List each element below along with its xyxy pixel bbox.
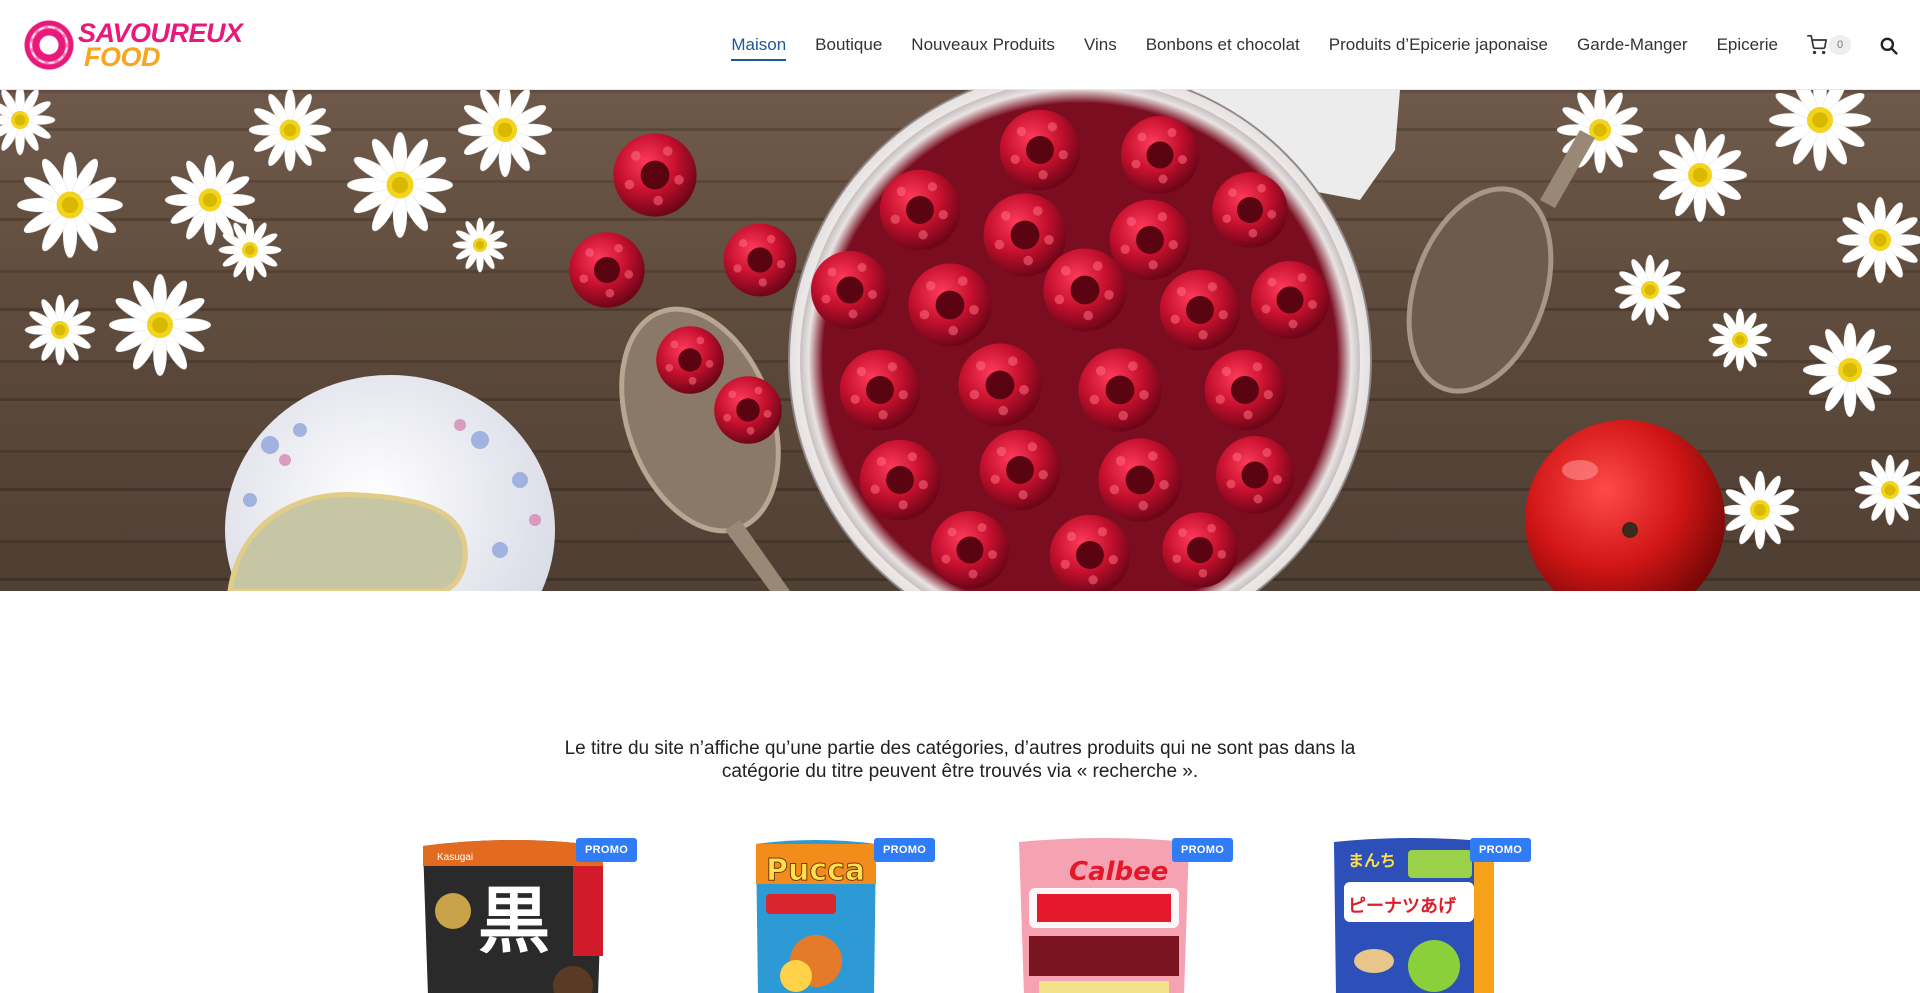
hero-raspberries-image	[0, 90, 1920, 591]
promo-badge: PROMO	[1172, 838, 1234, 862]
logo-line-2: FOOD	[84, 41, 160, 72]
product-pack-title: 黒	[478, 879, 550, 963]
cart-button[interactable]: 0	[1807, 35, 1851, 55]
product-pack-title: Pucca	[766, 853, 865, 888]
intro-notice: Le titre du site n’affiche qu’une partie…	[564, 738, 1356, 782]
promo-badge: PROMO	[874, 838, 936, 862]
cart-count-badge: 0	[1829, 35, 1851, 55]
search-button[interactable]	[1879, 36, 1898, 55]
search-icon	[1880, 37, 1898, 55]
nav-item-nouveaux-produits[interactable]: Nouveaux Produits	[911, 29, 1055, 61]
product-pack-brand: まんち	[1348, 851, 1396, 870]
nav-item-boutique[interactable]: Boutique	[815, 29, 882, 61]
site-header: SAVOUREUX FOOD Maison Boutique Nouveaux …	[0, 0, 1920, 90]
nav-item-bonbons-chocolat[interactable]: Bonbons et chocolat	[1146, 29, 1300, 61]
shopping-cart-icon	[1807, 35, 1827, 55]
product-pack-title: Calbee	[1069, 857, 1168, 887]
nav-item-vins[interactable]: Vins	[1084, 29, 1117, 61]
nav-item-epicerie-japonaise[interactable]: Produits d’Epicerie japonaise	[1329, 29, 1548, 61]
site-logo[interactable]: SAVOUREUX FOOD	[24, 16, 254, 74]
nav-item-garde-manger[interactable]: Garde-Manger	[1577, 29, 1688, 61]
promo-badge: PROMO	[1470, 838, 1532, 862]
donut-logo-icon	[24, 20, 74, 70]
logo-wordmark: SAVOUREUX FOOD	[78, 19, 243, 72]
product-pack-title: ピーナツあげ	[1348, 896, 1457, 917]
product-image: Calbee	[1019, 838, 1189, 993]
nav-item-epicerie[interactable]: Epicerie	[1717, 29, 1778, 61]
product-image: Pucca	[756, 840, 876, 993]
main-navigation: Maison Boutique Nouveaux Produits Vins B…	[702, 0, 1920, 90]
svg-text:Kasugai: Kasugai	[437, 852, 473, 863]
nav-item-maison[interactable]: Maison	[731, 29, 786, 61]
promo-badge: PROMO	[576, 838, 638, 862]
hero-banner	[0, 90, 1920, 591]
